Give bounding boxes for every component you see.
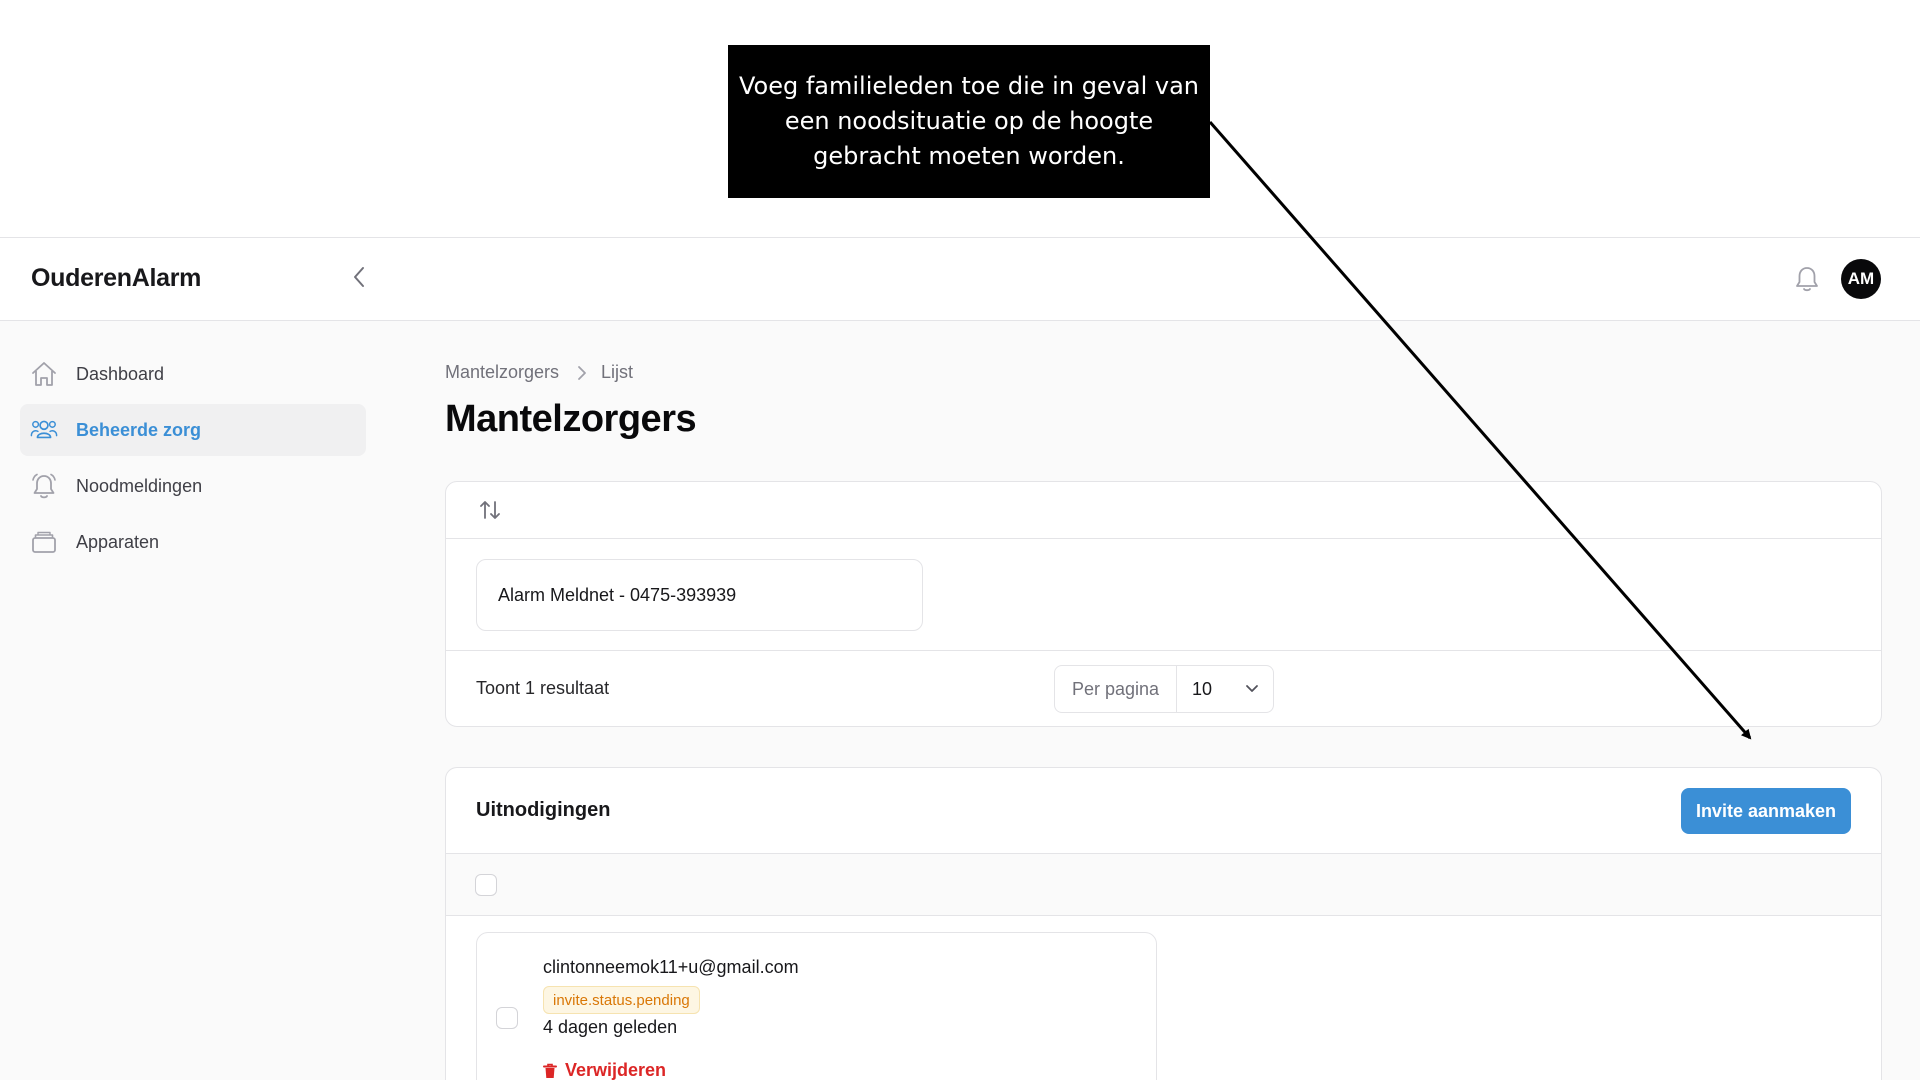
- home-icon: [30, 360, 58, 388]
- annotation-callout: Voeg familieleden toe die in geval van e…: [728, 45, 1210, 198]
- chevron-right-icon: [577, 365, 587, 381]
- per-page-dropdown[interactable]: 10: [1177, 666, 1273, 712]
- results-count: Toont 1 resultaat: [476, 678, 610, 698]
- page-title: Mantelzorgers: [445, 398, 697, 440]
- invite-email: clintonneemok11+u@gmail.com: [543, 957, 799, 977]
- collapse-sidebar-button[interactable]: [346, 260, 372, 294]
- sidebar-item-label: Dashboard: [76, 363, 165, 384]
- chevron-left-icon: [354, 267, 364, 287]
- invitations-title: Uitnodigingen: [476, 799, 611, 821]
- status-badge: invite.status.pending: [543, 986, 700, 1014]
- delete-label: Verwijderen: [565, 1060, 667, 1080]
- notifications-button[interactable]: [1791, 263, 1823, 295]
- bell-icon: [1796, 267, 1818, 292]
- pagination-footer: Toont 1 resultaat Per pagina 10: [446, 651, 1881, 727]
- per-page-label: Per pagina: [1055, 666, 1177, 712]
- caregivers-table: Alarm Meldnet - 0475-393939 Toont 1 resu…: [445, 481, 1882, 727]
- app-window: OuderenAlarm AM Dashboard Beheerde zorg: [0, 237, 1920, 1080]
- annotation-text: Voeg familieleden toe die in geval van e…: [738, 72, 1200, 170]
- select-all-row: [446, 854, 1881, 916]
- users-icon: [30, 416, 58, 444]
- chevron-down-icon: [1246, 685, 1258, 692]
- delete-invite-button[interactable]: Verwijderen: [543, 1060, 666, 1080]
- sidebar-item-label: Beheerde zorg: [76, 419, 202, 440]
- sidebar: Dashboard Beheerde zorg Noodmeldingen Ap…: [20, 348, 366, 572]
- records-grid: Alarm Meldnet - 0475-393939: [446, 539, 1881, 651]
- bell-alert-icon: [30, 472, 58, 500]
- record-label: Alarm Meldnet - 0475-393939: [498, 584, 737, 605]
- invite-time: 4 dagen geleden: [543, 1017, 678, 1037]
- invite-checkbox[interactable]: [496, 1007, 518, 1029]
- sidebar-item-apparaten[interactable]: Apparaten: [20, 516, 366, 568]
- sidebar-item-label: Apparaten: [76, 531, 160, 552]
- select-all-checkbox[interactable]: [475, 874, 497, 896]
- sidebar-item-beheerde-zorg[interactable]: Beheerde zorg: [20, 404, 366, 456]
- table-toolbar: [446, 482, 1881, 539]
- device-icon: [30, 528, 58, 556]
- per-page-value: 10: [1192, 678, 1213, 699]
- create-invite-button[interactable]: Invite aanmaken: [1680, 788, 1851, 834]
- top-bar: OuderenAlarm AM: [0, 238, 1920, 321]
- trash-icon: [543, 1063, 557, 1079]
- breadcrumb-link-mantelzorgers[interactable]: Mantelzorgers: [445, 362, 559, 383]
- sort-icon[interactable]: [478, 498, 502, 522]
- sidebar-item-noodmeldingen[interactable]: Noodmeldingen: [20, 460, 366, 512]
- sidebar-item-dashboard[interactable]: Dashboard: [20, 348, 366, 400]
- brand-logo[interactable]: OuderenAlarm: [31, 264, 201, 293]
- invite-card[interactable]: clintonneemok11+u@gmail.com invite.statu…: [476, 932, 1157, 1080]
- user-avatar[interactable]: AM: [1841, 259, 1881, 299]
- breadcrumb-current: Lijst: [601, 362, 634, 382]
- record-card[interactable]: Alarm Meldnet - 0475-393939: [476, 559, 923, 631]
- breadcrumb: Mantelzorgers Lijst: [445, 362, 633, 383]
- invitations-section: Uitnodigingen Invite aanmaken clintonnee…: [445, 767, 1882, 1080]
- sidebar-item-label: Noodmeldingen: [76, 475, 203, 496]
- per-page-select[interactable]: Per pagina 10: [1054, 665, 1274, 713]
- invitations-header: Uitnodigingen Invite aanmaken: [446, 768, 1881, 854]
